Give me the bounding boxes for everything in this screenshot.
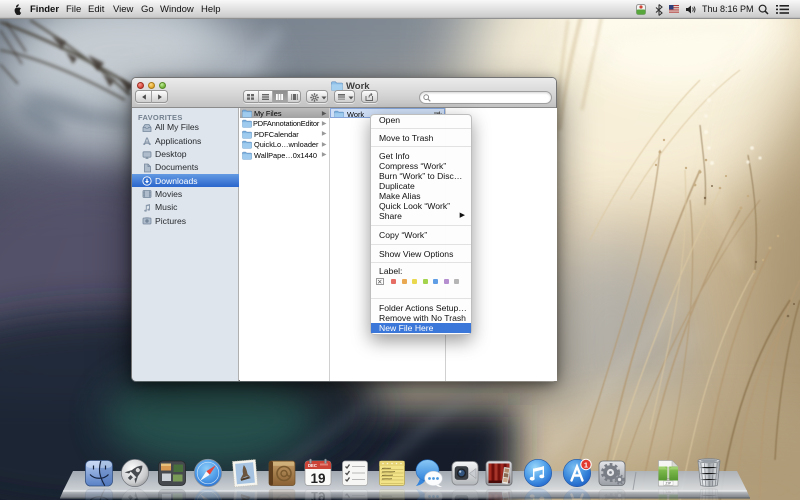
svg-text:19: 19 (310, 471, 325, 486)
svg-text:ZIP: ZIP (665, 482, 671, 486)
svg-text:DEC: DEC (308, 463, 317, 468)
svg-text:1: 1 (584, 460, 588, 469)
